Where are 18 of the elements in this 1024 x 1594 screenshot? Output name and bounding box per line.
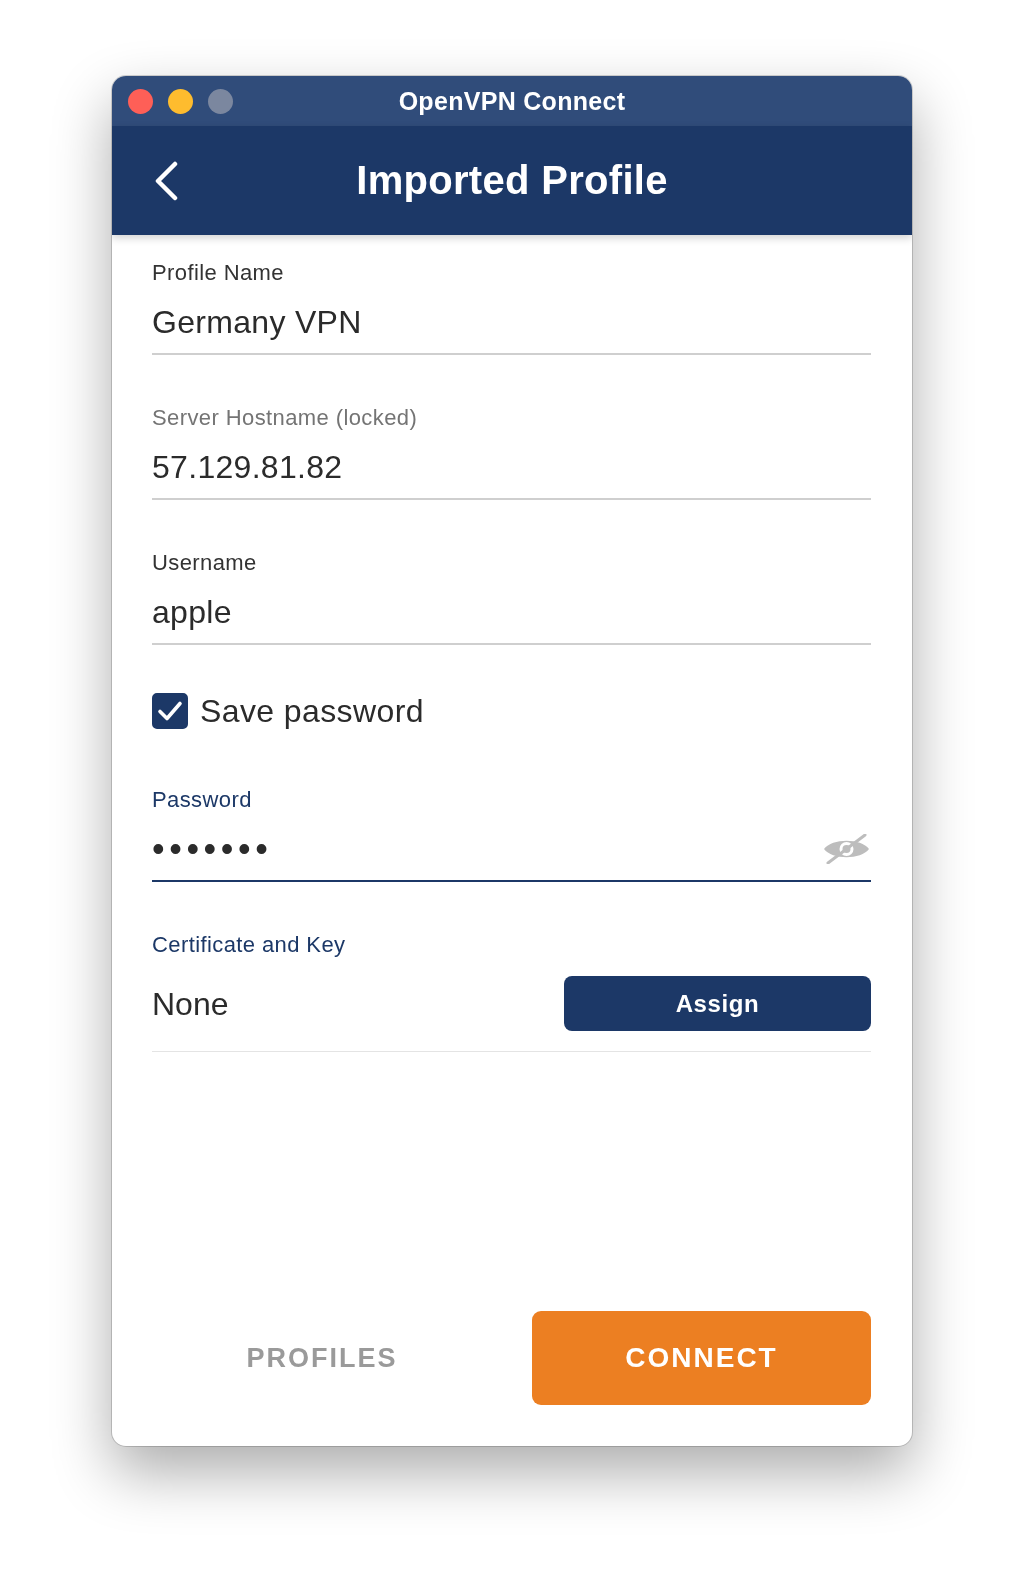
minimize-icon[interactable]: [168, 88, 193, 114]
certificate-value: None: [152, 984, 229, 1024]
field-label: Username: [152, 550, 257, 576]
password-field[interactable]: •••••••: [152, 829, 871, 882]
field-label: Certificate and Key: [152, 932, 346, 958]
page-title: Imported Profile: [356, 158, 668, 203]
field-label: Password: [152, 787, 252, 813]
checkbox[interactable]: [152, 693, 188, 729]
window-title: OpenVPN Connect: [398, 86, 626, 116]
text-field[interactable]: Germany VPN: [152, 302, 871, 355]
back-button[interactable]: [153, 160, 179, 201]
close-icon[interactable]: [128, 88, 153, 114]
chevron-left-icon: [153, 160, 179, 201]
field-label: Profile Name: [152, 260, 284, 286]
text-field[interactable]: apple: [152, 592, 871, 645]
assign-button[interactable]: Assign: [564, 976, 871, 1031]
checkbox-label[interactable]: Save password: [200, 691, 424, 731]
field-label: Server Hostname (locked): [152, 405, 418, 431]
